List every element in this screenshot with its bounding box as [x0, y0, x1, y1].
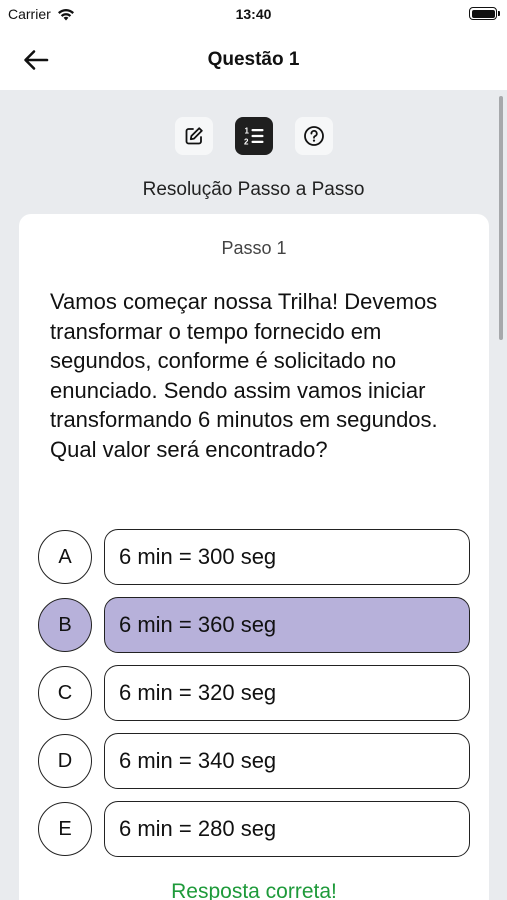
step-label: Passo 1	[221, 238, 287, 258]
feedback-message: Resposta correta!	[171, 880, 337, 900]
mode-tabs: 1 2	[0, 117, 507, 155]
help-icon	[303, 126, 324, 146]
battery-icon	[469, 7, 500, 20]
option-b[interactable]: B 6 min = 360 seg	[38, 597, 470, 653]
edit-icon	[185, 127, 203, 145]
option-letter: B	[38, 598, 92, 652]
navigation-bar: Questão 1	[0, 30, 507, 90]
option-answer: 6 min = 360 seg	[104, 597, 470, 653]
svg-text:1: 1	[244, 127, 249, 136]
step-card: Passo 1 Vamos começar nossa Trilha! Deve…	[19, 214, 489, 900]
tab-edit[interactable]	[174, 117, 213, 155]
tab-step-by-step[interactable]: 1 2	[234, 117, 273, 155]
section-title: Resolução Passo a Passo	[142, 179, 365, 200]
arrow-left-icon	[24, 50, 49, 70]
option-answer: 6 min = 280 seg	[104, 801, 470, 857]
clock: 13:40	[235, 6, 272, 22]
status-bar: Carrier 13:40	[0, 0, 507, 30]
content-area[interactable]: 1 2 Resolução Passo a Passo Passo 1 Vamo…	[0, 90, 507, 900]
option-letter: C	[38, 666, 92, 720]
option-letter: E	[38, 802, 92, 856]
option-letter: A	[38, 530, 92, 584]
option-answer: 6 min = 300 seg	[104, 529, 470, 585]
page-title: Questão 1	[207, 49, 300, 70]
svg-text:2: 2	[244, 138, 249, 147]
back-button[interactable]	[20, 44, 52, 76]
question-text: Vamos começar nossa Trilha! Devemos tran…	[50, 289, 438, 462]
option-e[interactable]: E 6 min = 280 seg	[38, 801, 470, 857]
numbered-list-icon: 1 2	[244, 127, 263, 147]
option-c[interactable]: C 6 min = 320 seg	[38, 665, 470, 721]
option-letter: D	[38, 734, 92, 788]
option-answer: 6 min = 320 seg	[104, 665, 470, 721]
option-a[interactable]: A 6 min = 300 seg	[38, 529, 470, 585]
option-d[interactable]: D 6 min = 340 seg	[38, 733, 470, 789]
option-answer: 6 min = 340 seg	[104, 733, 470, 789]
tab-help[interactable]	[294, 117, 333, 155]
